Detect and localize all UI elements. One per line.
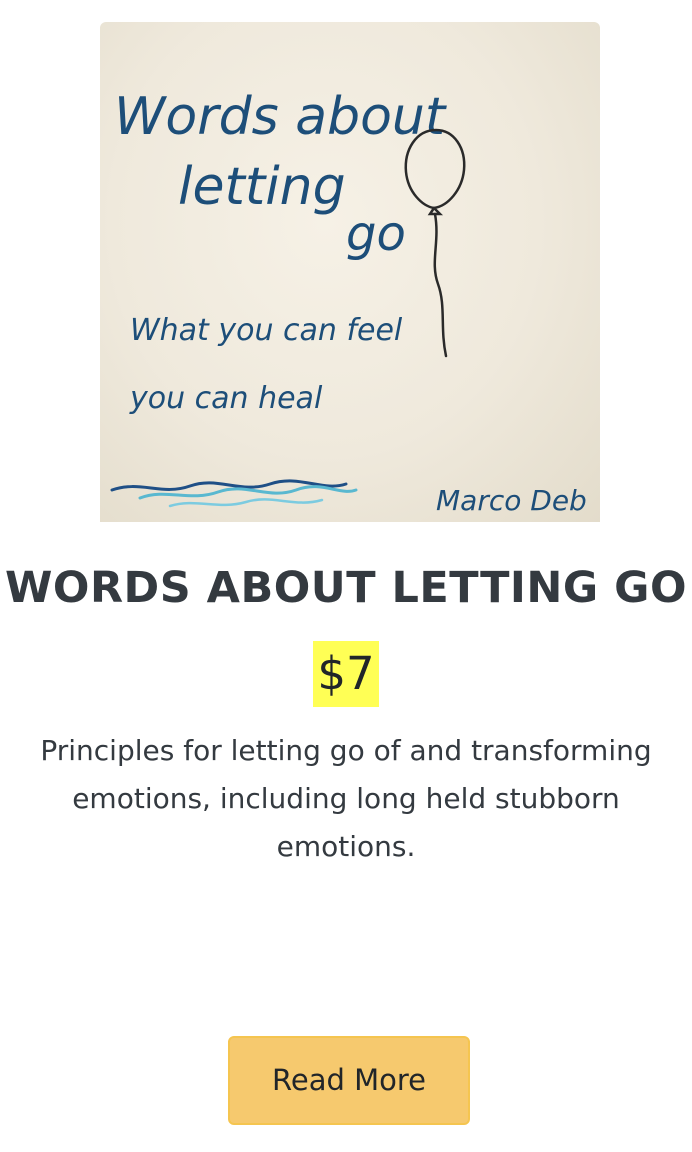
product-price: $7 [313, 641, 379, 707]
cover-subtitle-line2: you can heal [129, 381, 323, 416]
waves-icon [110, 479, 358, 508]
balloon-icon [404, 128, 466, 358]
product-title: WORDS ABOUT LETTING GO [4, 563, 688, 613]
product-description: Principles for letting go of and transfo… [40, 734, 652, 863]
price-container: $7 [0, 641, 692, 707]
cover-title-line1: Words about [114, 87, 447, 147]
product-card: Words about letting go What you can feel… [0, 0, 692, 1152]
cover-title-line2: letting [178, 157, 346, 217]
cover-author: Marco Deb [436, 484, 587, 517]
read-more-button[interactable]: Read More [228, 1036, 470, 1125]
cover-artwork: Words about letting go What you can feel… [110, 87, 587, 517]
cover-subtitle-line1: What you can feel [130, 313, 403, 348]
cover-title-line3: go [346, 206, 406, 262]
product-cover-image[interactable]: Words about letting go What you can feel… [100, 22, 600, 522]
